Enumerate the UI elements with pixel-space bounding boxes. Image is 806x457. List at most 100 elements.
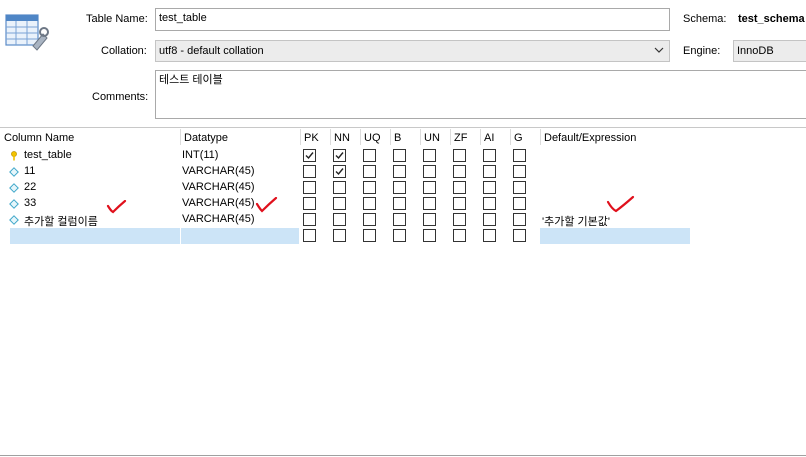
uq-checkbox[interactable] [363, 165, 376, 178]
engine-select[interactable]: InnoDB [733, 40, 806, 62]
annotation-check-mark [255, 197, 278, 213]
datatype-cell[interactable]: INT(11) [182, 149, 218, 161]
header-separator[interactable] [180, 129, 181, 145]
header-ai[interactable]: AI [484, 132, 494, 144]
header-separator[interactable] [450, 129, 451, 145]
b-checkbox[interactable] [393, 149, 406, 162]
header-separator[interactable] [300, 129, 301, 145]
pk-checkbox[interactable] [303, 197, 316, 210]
comments-label: Comments: [92, 91, 149, 103]
b-checkbox[interactable] [393, 213, 406, 226]
header-default-expression[interactable]: Default/Expression [544, 132, 636, 144]
g-checkbox[interactable] [513, 165, 526, 178]
uq-checkbox[interactable] [363, 197, 376, 210]
header-separator[interactable] [330, 129, 331, 145]
collation-select[interactable]: utf8 - default collation [155, 40, 670, 62]
b-checkbox[interactable] [393, 181, 406, 194]
ai-checkbox[interactable] [483, 229, 496, 242]
new-column-row[interactable] [0, 228, 806, 244]
un-checkbox[interactable] [423, 213, 436, 226]
check-icon [335, 152, 344, 160]
schema-label: Schema: [683, 13, 727, 25]
nn-checkbox[interactable] [333, 197, 346, 210]
header-datatype[interactable]: Datatype [184, 132, 228, 144]
b-checkbox[interactable] [393, 165, 406, 178]
pk-checkbox[interactable] [303, 181, 316, 194]
uq-checkbox[interactable] [363, 229, 376, 242]
nn-checkbox[interactable] [333, 149, 346, 162]
comments-textarea[interactable]: 테스트 테이블 [155, 70, 806, 119]
pk-checkbox[interactable] [303, 213, 316, 226]
header-separator[interactable] [510, 129, 511, 145]
grid-top-border [0, 127, 806, 128]
table-row[interactable]: 22 VARCHAR(45) [0, 180, 806, 196]
g-checkbox[interactable] [513, 149, 526, 162]
ai-checkbox[interactable] [483, 181, 496, 194]
header-column-name[interactable]: Column Name [4, 132, 74, 144]
g-checkbox[interactable] [513, 181, 526, 194]
nn-checkbox[interactable] [333, 165, 346, 178]
column-name-cell[interactable]: 33 [24, 197, 36, 209]
header-zf[interactable]: ZF [454, 132, 467, 144]
pk-checkbox[interactable] [303, 229, 316, 242]
pk-checkbox[interactable] [303, 165, 316, 178]
uq-checkbox[interactable] [363, 149, 376, 162]
zf-checkbox[interactable] [453, 149, 466, 162]
header-un[interactable]: UN [424, 132, 440, 144]
table-row[interactable]: test_table INT(11) [0, 148, 806, 164]
zf-checkbox[interactable] [453, 229, 466, 242]
g-checkbox[interactable] [513, 213, 526, 226]
header-separator[interactable] [390, 129, 391, 145]
g-checkbox[interactable] [513, 197, 526, 210]
engine-value: InnoDB [737, 45, 774, 57]
ai-checkbox[interactable] [483, 165, 496, 178]
zf-checkbox[interactable] [453, 181, 466, 194]
zf-checkbox[interactable] [453, 197, 466, 210]
nn-checkbox[interactable] [333, 181, 346, 194]
table-row[interactable]: 11 VARCHAR(45) [0, 164, 806, 180]
header-uq[interactable]: UQ [364, 132, 381, 144]
new-datatype-cell[interactable] [181, 228, 299, 244]
column-name-cell[interactable]: 22 [24, 181, 36, 193]
zf-checkbox[interactable] [453, 165, 466, 178]
header-g[interactable]: G [514, 132, 523, 144]
ai-checkbox[interactable] [483, 197, 496, 210]
datatype-cell[interactable]: VARCHAR(45) [182, 213, 255, 225]
b-checkbox[interactable] [393, 197, 406, 210]
new-default-expression-cell[interactable] [540, 228, 690, 244]
uq-checkbox[interactable] [363, 181, 376, 194]
table-name-input[interactable]: test_table [155, 8, 670, 31]
column-diamond-icon [9, 199, 19, 209]
ai-checkbox[interactable] [483, 149, 496, 162]
table-row[interactable]: 추가할 컬럼이름 VARCHAR(45) '추가할 기본값' [0, 212, 806, 228]
column-diamond-icon [9, 183, 19, 193]
new-column-name-cell[interactable] [10, 228, 180, 244]
column-name-cell[interactable]: 11 [24, 165, 35, 177]
g-checkbox[interactable] [513, 229, 526, 242]
header-separator[interactable] [540, 129, 541, 145]
zf-checkbox[interactable] [453, 213, 466, 226]
ai-checkbox[interactable] [483, 213, 496, 226]
header-separator[interactable] [480, 129, 481, 145]
un-checkbox[interactable] [423, 181, 436, 194]
datatype-cell[interactable]: VARCHAR(45) [182, 197, 255, 209]
datatype-cell[interactable]: VARCHAR(45) [182, 181, 255, 193]
pk-checkbox[interactable] [303, 149, 316, 162]
un-checkbox[interactable] [423, 149, 436, 162]
un-checkbox[interactable] [423, 197, 436, 210]
header-pk[interactable]: PK [304, 132, 319, 144]
column-name-cell[interactable]: 추가할 컬럼이름 [24, 213, 98, 229]
header-separator[interactable] [360, 129, 361, 145]
nn-checkbox[interactable] [333, 213, 346, 226]
un-checkbox[interactable] [423, 229, 436, 242]
un-checkbox[interactable] [423, 165, 436, 178]
header-separator[interactable] [420, 129, 421, 145]
datatype-cell[interactable]: VARCHAR(45) [182, 165, 255, 177]
column-name-cell[interactable]: test_table [24, 149, 72, 161]
header-nn[interactable]: NN [334, 132, 350, 144]
header-b[interactable]: B [394, 132, 401, 144]
default-expression-cell[interactable]: '추가할 기본값' [542, 213, 610, 229]
uq-checkbox[interactable] [363, 213, 376, 226]
nn-checkbox[interactable] [333, 229, 346, 242]
b-checkbox[interactable] [393, 229, 406, 242]
